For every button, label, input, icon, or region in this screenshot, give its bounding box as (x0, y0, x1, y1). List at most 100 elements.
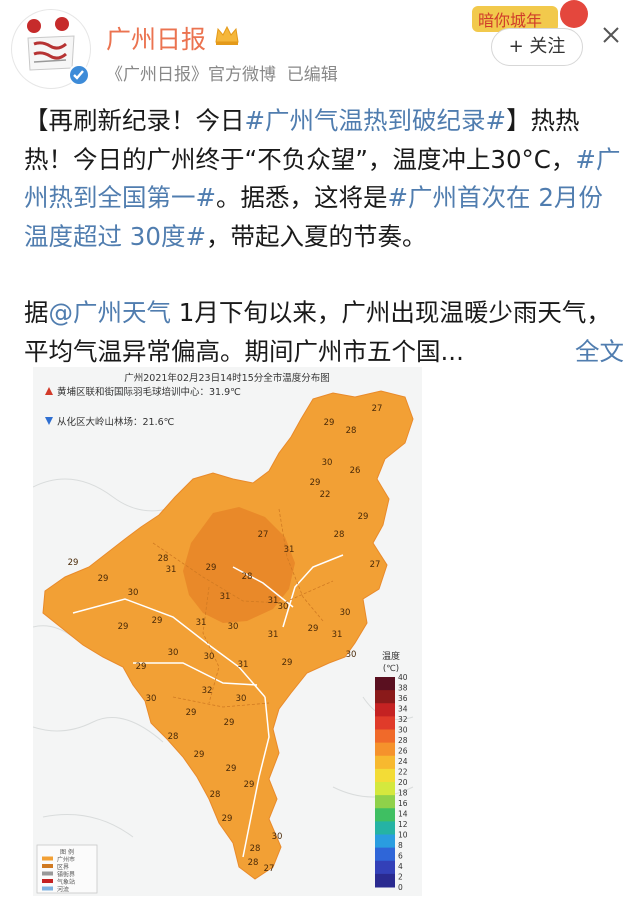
legend-color-swatch (375, 808, 395, 822)
legend-color-swatch (375, 677, 395, 691)
post-paragraph-2: 据@广州天气 1月下旬以来，广州出现温暖少雨天气，平均气温异常偏高。期间广州市五… (24, 294, 624, 371)
temperature-map: 2930282931 292831302731293028292726222928… (33, 367, 422, 896)
legend-tick-label: 38 (398, 684, 408, 693)
legend-tick-label: 0 (398, 883, 403, 892)
legend-color-swatch (375, 716, 395, 730)
expand-full-text-link[interactable]: 全文 (575, 333, 624, 372)
station-temperature-label: 30 (340, 608, 351, 618)
station-temperature-label: 28 (168, 732, 179, 742)
map-legend-row: 图 例 (60, 848, 74, 856)
map-legend-row: 河流 (57, 886, 69, 894)
legend-tick-label: 24 (398, 757, 408, 766)
station-temperature-label: 29 (194, 750, 205, 760)
station-temperature-label: 32 (202, 686, 213, 696)
station-temperature-label: 27 (370, 560, 381, 570)
station-temperature-label: 26 (350, 466, 361, 476)
hashtag-link[interactable]: #广州气温热到破纪录# (245, 106, 507, 135)
vip-crown-icon (215, 25, 239, 45)
station-temperature-label: 30 (146, 694, 157, 704)
legend-tick-label: 6 (398, 852, 403, 861)
station-temperature-label: 30 (272, 832, 283, 842)
legend-color-swatch (375, 690, 395, 704)
map-legend-swatch (42, 856, 53, 861)
station-temperature-label: 31 (268, 630, 279, 640)
station-temperature-label: 30 (278, 602, 289, 612)
legend-tick-label: 2 (398, 873, 403, 882)
station-temperature-label: 29 (324, 418, 335, 428)
station-temperature-label: 31 (332, 630, 343, 640)
station-temperature-label: 31 (268, 596, 279, 606)
station-temperature-label: 27 (372, 404, 383, 414)
legend-tick-label: 10 (398, 831, 408, 840)
post-header: 广州日报 《广州日报》官方微博 已编辑 暗你城年 + 关注 (0, 0, 640, 100)
station-temperature-label: 30 (346, 650, 357, 660)
station-temperature-label: 30 (128, 588, 139, 598)
station-temperature-label: 31 (166, 565, 177, 575)
station-temperature-label: 29 (68, 558, 79, 568)
legend-color-swatch (375, 742, 395, 757)
station-temperature-label: 29 (358, 512, 369, 522)
station-temperature-label: 27 (264, 864, 275, 874)
legend-color-swatch (375, 821, 395, 835)
map-legend-swatch (42, 886, 53, 891)
legend-color-swatch (375, 834, 395, 849)
legend-color-swatch (375, 768, 395, 783)
station-temperature-label: 28 (210, 790, 221, 800)
legend-color-swatch (375, 860, 395, 875)
station-temperature-label: 28 (158, 554, 169, 564)
legend-tick-label: 32 (398, 715, 408, 724)
post-paragraph-1: 【再刷新纪录！今日#广州气温热到破纪录#】热热热！今日的广州终于“不负众望”，温… (24, 106, 621, 251)
legend-tick-label: 28 (398, 736, 408, 745)
map-legend-row: 广州市 (57, 856, 75, 864)
station-temperature-label: 31 (196, 618, 207, 628)
legend-tick-label: 22 (398, 768, 408, 777)
station-temperature-label: 29 (282, 658, 293, 668)
post-body: 【再刷新纪录！今日#广州气温热到破纪录#】热热热！今日的广州终于“不负众望”，温… (24, 102, 624, 371)
station-temperature-label: 29 (222, 814, 233, 824)
legend-color-bar (375, 677, 395, 888)
map-legend-swatch (42, 879, 53, 883)
legend-tick-label: 34 (398, 705, 408, 714)
legend-color-swatch (375, 782, 395, 796)
station-temperature-label: 28 (250, 844, 261, 854)
station-temperature-label: 28 (242, 572, 253, 582)
svg-text:从化区大岭山林场：21.6℃: 从化区大岭山林场：21.6℃ (57, 416, 175, 428)
legend-tick-label: 12 (398, 820, 408, 829)
verified-badge-icon (68, 64, 90, 86)
legend-tick-label: 18 (398, 789, 408, 798)
legend-title: 温度 (382, 650, 400, 662)
station-temperature-label: 28 (248, 858, 259, 868)
legend-color-swatch (375, 795, 395, 809)
legend-color-swatch (375, 729, 395, 744)
map-title: 广州2021年02月23日14时15分全市温度分布图 (124, 372, 330, 384)
legend-tick-label: 20 (398, 778, 408, 787)
station-temperature-label: 22 (320, 490, 331, 500)
map-legend-row: 区界 (57, 864, 69, 871)
close-icon[interactable] (598, 22, 624, 48)
map-legend-swatch (42, 871, 53, 876)
station-temperature-label: 29 (118, 622, 129, 632)
station-temperature-label: 31 (238, 660, 249, 670)
temperature-map-image[interactable]: 29 30 28 29 31 29 28 31 30 27 31 29 30 28 29 27 26 22 29 28… (33, 367, 422, 896)
station-temperature-label: 28 (346, 426, 357, 436)
station-temperature-label: 31 (220, 592, 231, 602)
map-legend-swatch (42, 864, 53, 868)
station-temperature-label: 29 (152, 616, 163, 626)
legend-tick-label: 4 (398, 862, 403, 871)
legend-unit: (℃) (383, 664, 399, 674)
legend-tick-label: 14 (398, 810, 408, 819)
follow-button[interactable]: + 关注 (491, 28, 583, 66)
mention-link[interactable]: @广州天气 (49, 298, 172, 327)
legend-tick-label: 36 (398, 694, 408, 703)
station-temperature-label: 29 (136, 662, 147, 672)
station-temperature-label: 30 (228, 622, 239, 632)
station-temperature-label: 29 (224, 718, 235, 728)
station-temperature-label: 29 (98, 574, 109, 584)
station-temperature-label: 29 (308, 624, 319, 634)
station-temperature-label: 29 (226, 764, 237, 774)
legend-color-swatch (375, 703, 395, 717)
station-temperature-label: 28 (334, 530, 345, 540)
legend-tick-label: 40 (398, 673, 408, 682)
account-name[interactable]: 广州日报 (106, 20, 206, 56)
map-legend-row: 镇街界 (57, 871, 75, 879)
